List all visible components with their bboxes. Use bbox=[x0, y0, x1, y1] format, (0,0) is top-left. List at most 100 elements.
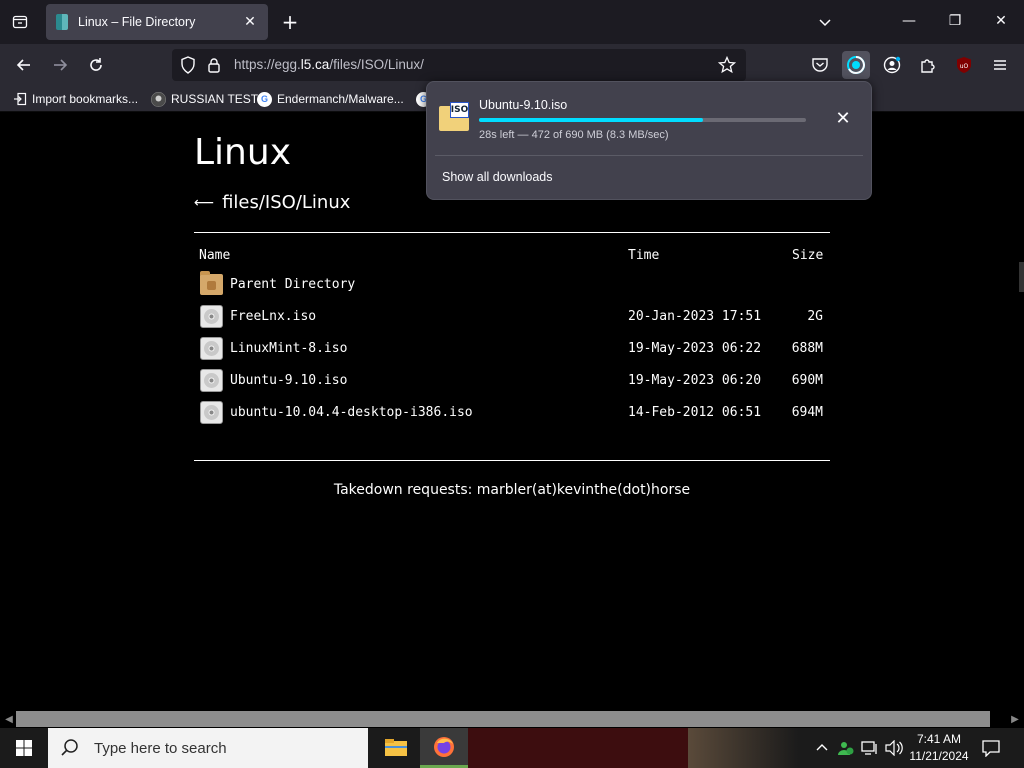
url-bar[interactable]: https://egg.l5.ca/files/ISO/Linux/ bbox=[172, 49, 746, 81]
tab-linux-file-directory[interactable]: Linux – File Directory ✕ bbox=[46, 4, 268, 40]
svg-text:uO: uO bbox=[960, 63, 969, 70]
back-arrow-icon: ⟵ bbox=[194, 194, 215, 211]
breadcrumb[interactable]: ⟵ files/ISO/Linux bbox=[194, 192, 350, 213]
table-row: Ubuntu-9.10.iso 19-May-2023 06:20 690M bbox=[194, 366, 830, 396]
file-size: 688M bbox=[791, 341, 823, 356]
arrow-right-icon bbox=[54, 59, 68, 71]
taskbar-app-area bbox=[468, 728, 688, 768]
table-row-parent-directory: Parent Directory bbox=[194, 270, 830, 300]
list-all-tabs-button[interactable] bbox=[814, 12, 836, 34]
tab-bar: Linux – File Directory ✕ + — ❐ ✕ bbox=[0, 0, 1024, 44]
taskbar-search-box[interactable]: Type here to search bbox=[48, 728, 368, 768]
search-icon bbox=[61, 739, 78, 756]
menu-button[interactable] bbox=[986, 51, 1014, 79]
column-header-size[interactable]: Size bbox=[792, 248, 823, 263]
account-icon bbox=[883, 56, 901, 74]
table-row: FreeLnx.iso 20-Jan-2023 17:51 2G bbox=[194, 302, 830, 332]
github-icon bbox=[151, 91, 166, 107]
chevron-up-icon[interactable] bbox=[812, 738, 832, 758]
bookmark-label: Import bookmarks... bbox=[32, 92, 139, 106]
column-header-time[interactable]: Time bbox=[628, 248, 659, 263]
tab-close-icon[interactable]: ✕ bbox=[240, 12, 260, 32]
ublock-origin-button[interactable]: uO bbox=[950, 51, 978, 79]
file-time: 19-May-2023 06:22 bbox=[628, 341, 762, 356]
file-name-link[interactable]: Ubuntu-9.10.iso bbox=[230, 373, 347, 388]
download-progress-icon bbox=[847, 56, 865, 74]
url-domain: l5.ca bbox=[300, 57, 330, 72]
back-button[interactable] bbox=[10, 51, 38, 79]
file-size: 694M bbox=[791, 405, 823, 420]
column-header-name[interactable]: Name bbox=[199, 248, 230, 263]
windows-logo-icon bbox=[16, 740, 32, 756]
top-divider bbox=[194, 232, 830, 233]
forward-button[interactable] bbox=[46, 51, 74, 79]
show-all-downloads-button[interactable]: Show all downloads bbox=[442, 170, 553, 184]
ublock-shield-icon: uO bbox=[957, 57, 971, 73]
bookmark-star-icon[interactable] bbox=[717, 55, 737, 75]
maximize-button[interactable]: ❐ bbox=[940, 6, 970, 36]
horizontal-scrollbar[interactable]: ◀ ▶ bbox=[0, 710, 1024, 728]
new-tab-button[interactable]: + bbox=[278, 10, 302, 34]
downloads-button[interactable] bbox=[842, 51, 870, 79]
file-name-link[interactable]: FreeLnx.iso bbox=[230, 309, 316, 324]
cancel-download-button[interactable]: ✕ bbox=[831, 106, 855, 130]
start-button[interactable] bbox=[0, 728, 48, 768]
url-text[interactable]: https://egg.l5.ca/files/ISO/Linux/ bbox=[234, 57, 424, 72]
file-time: 19-May-2023 06:20 bbox=[628, 373, 762, 388]
download-file-name[interactable]: Ubuntu-9.10.iso bbox=[479, 98, 567, 112]
page-title: Linux bbox=[194, 132, 291, 173]
search-placeholder: Type here to search bbox=[94, 739, 227, 757]
minimize-button[interactable]: — bbox=[894, 6, 924, 36]
taskbar-app-area-2 bbox=[688, 728, 798, 768]
pocket-icon bbox=[812, 58, 828, 72]
bookmark-endermanch[interactable]: G Endermanch/Malware... bbox=[257, 90, 404, 108]
disc-icon bbox=[200, 305, 223, 328]
tab-list-button[interactable] bbox=[6, 8, 34, 36]
scrollbar-thumb[interactable] bbox=[16, 711, 990, 727]
downloads-panel: ISO Ubuntu-9.10.iso 28s left — 472 of 69… bbox=[426, 81, 872, 200]
download-progress-bar bbox=[479, 118, 806, 122]
volume-icon[interactable] bbox=[884, 738, 904, 758]
account-button[interactable] bbox=[878, 51, 906, 79]
iso-file-icon: ISO bbox=[439, 102, 469, 132]
reload-button[interactable] bbox=[82, 51, 110, 79]
download-progress-fill bbox=[479, 118, 703, 122]
pocket-button[interactable] bbox=[806, 51, 834, 79]
disc-icon bbox=[200, 401, 223, 424]
firefox-icon bbox=[434, 736, 454, 757]
scroll-left-arrow-icon[interactable]: ◀ bbox=[3, 712, 15, 726]
windows-taskbar: Type here to search 7:41 AM 11/21/2024 bbox=[0, 728, 1024, 768]
file-name-link[interactable]: Parent Directory bbox=[230, 277, 355, 292]
bookmark-import[interactable]: Import bookmarks... bbox=[12, 90, 138, 108]
scroll-right-arrow-icon[interactable]: ▶ bbox=[1009, 712, 1021, 726]
taskbar-clock[interactable]: 7:41 AM 11/21/2024 bbox=[908, 731, 970, 765]
site-favicon-icon bbox=[56, 14, 68, 30]
tab-list-icon bbox=[12, 15, 28, 29]
close-window-button[interactable]: ✕ bbox=[986, 6, 1016, 36]
lock-icon[interactable] bbox=[204, 55, 224, 75]
file-name-link[interactable]: ubuntu-10.04.4-desktop-i386.iso bbox=[230, 405, 473, 420]
clock-date: 11/21/2024 bbox=[909, 749, 969, 763]
tracking-protection-shield-icon[interactable] bbox=[178, 55, 198, 75]
url-prefix: https://egg. bbox=[234, 57, 301, 72]
file-size: 690M bbox=[791, 373, 823, 388]
chevron-down-icon bbox=[819, 19, 831, 27]
puzzle-icon bbox=[921, 59, 935, 73]
bookmark-russian-test[interactable]: RUSSIAN TEST bbox=[151, 90, 258, 108]
notifications-button[interactable] bbox=[978, 736, 1004, 760]
bookmark-label: Endermanch/Malware... bbox=[277, 92, 404, 106]
arrow-left-icon bbox=[16, 59, 30, 71]
network-icon[interactable] bbox=[860, 738, 880, 758]
file-explorer-taskbar-button[interactable] bbox=[372, 728, 420, 768]
table-row: ubuntu-10.04.4-desktop-i386.iso 14-Feb-2… bbox=[194, 398, 830, 428]
people-icon[interactable] bbox=[836, 738, 856, 758]
file-name-link[interactable]: LinuxMint-8.iso bbox=[230, 341, 347, 356]
firefox-taskbar-button[interactable] bbox=[420, 728, 468, 768]
breadcrumb-path: files/ISO/Linux bbox=[222, 192, 351, 213]
file-time: 20-Jan-2023 17:51 bbox=[628, 309, 762, 324]
url-path: /files/ISO/Linux/ bbox=[329, 57, 424, 72]
import-icon bbox=[12, 92, 27, 107]
page-edge-marker bbox=[1019, 262, 1024, 292]
extensions-button[interactable] bbox=[914, 51, 942, 79]
iso-badge: ISO bbox=[450, 102, 469, 118]
